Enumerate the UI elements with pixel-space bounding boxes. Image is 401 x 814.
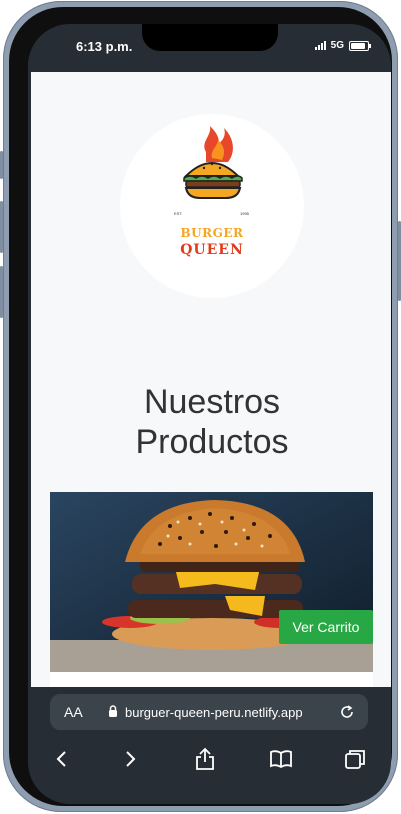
burger-illustration xyxy=(50,492,373,672)
volume-up-button xyxy=(0,201,3,253)
text-size-button[interactable]: AA xyxy=(64,704,83,720)
logo-year-label: 1995 xyxy=(240,211,249,216)
dynamic-notch xyxy=(142,24,278,51)
page-title-line-2: Productos xyxy=(135,423,289,461)
status-bar: 6:13 p.m. 5G xyxy=(28,24,391,72)
share-icon[interactable] xyxy=(190,744,220,774)
battery-icon xyxy=(349,40,371,51)
back-icon[interactable] xyxy=(46,744,76,774)
status-indicators: 5G xyxy=(314,40,371,51)
text-size-label: AA xyxy=(64,704,83,720)
url-text[interactable]: burguer-queen-peru.netlify.app xyxy=(125,705,303,720)
phone-bezel: 6:13 p.m. 5G EST. 1995 BURGER QUEEN Nues… xyxy=(9,7,392,806)
network-label: 5G xyxy=(330,40,344,51)
page-title-line-1: Nuestros xyxy=(143,383,281,421)
brand-logo[interactable]: EST. 1995 BURGER QUEEN xyxy=(120,114,304,298)
tabs-icon[interactable] xyxy=(340,744,370,774)
browser-toolbar xyxy=(28,744,391,784)
page-title: Nuestros Productos xyxy=(31,382,391,462)
phone-frame: 6:13 p.m. 5G EST. 1995 BURGER QUEEN Nues… xyxy=(0,1,401,812)
screen: 6:13 p.m. 5G EST. 1995 BURGER QUEEN Nues… xyxy=(28,24,391,804)
address-bar[interactable]: AA burguer-queen-peru.netlify.app xyxy=(50,694,368,730)
logo-text-queen: QUEEN xyxy=(180,242,244,258)
product-card[interactable] xyxy=(50,492,373,687)
forward-icon[interactable] xyxy=(116,744,146,774)
burger-photo xyxy=(50,492,373,672)
signal-icon xyxy=(314,41,326,50)
logo-text-burger: BURGER xyxy=(180,226,244,240)
web-content[interactable]: EST. 1995 BURGER QUEEN Nuestros Producto… xyxy=(31,72,391,687)
burger-flame-icon xyxy=(183,126,243,199)
reload-icon[interactable] xyxy=(338,703,356,721)
bookmarks-icon[interactable] xyxy=(266,744,296,774)
logo-est-label: EST. xyxy=(174,211,183,216)
volume-down-button xyxy=(0,266,3,318)
status-time: 6:13 p.m. xyxy=(76,39,133,54)
lock-icon xyxy=(109,705,117,717)
view-cart-button[interactable]: Ver Carrito xyxy=(279,610,373,644)
mute-switch xyxy=(0,151,3,179)
